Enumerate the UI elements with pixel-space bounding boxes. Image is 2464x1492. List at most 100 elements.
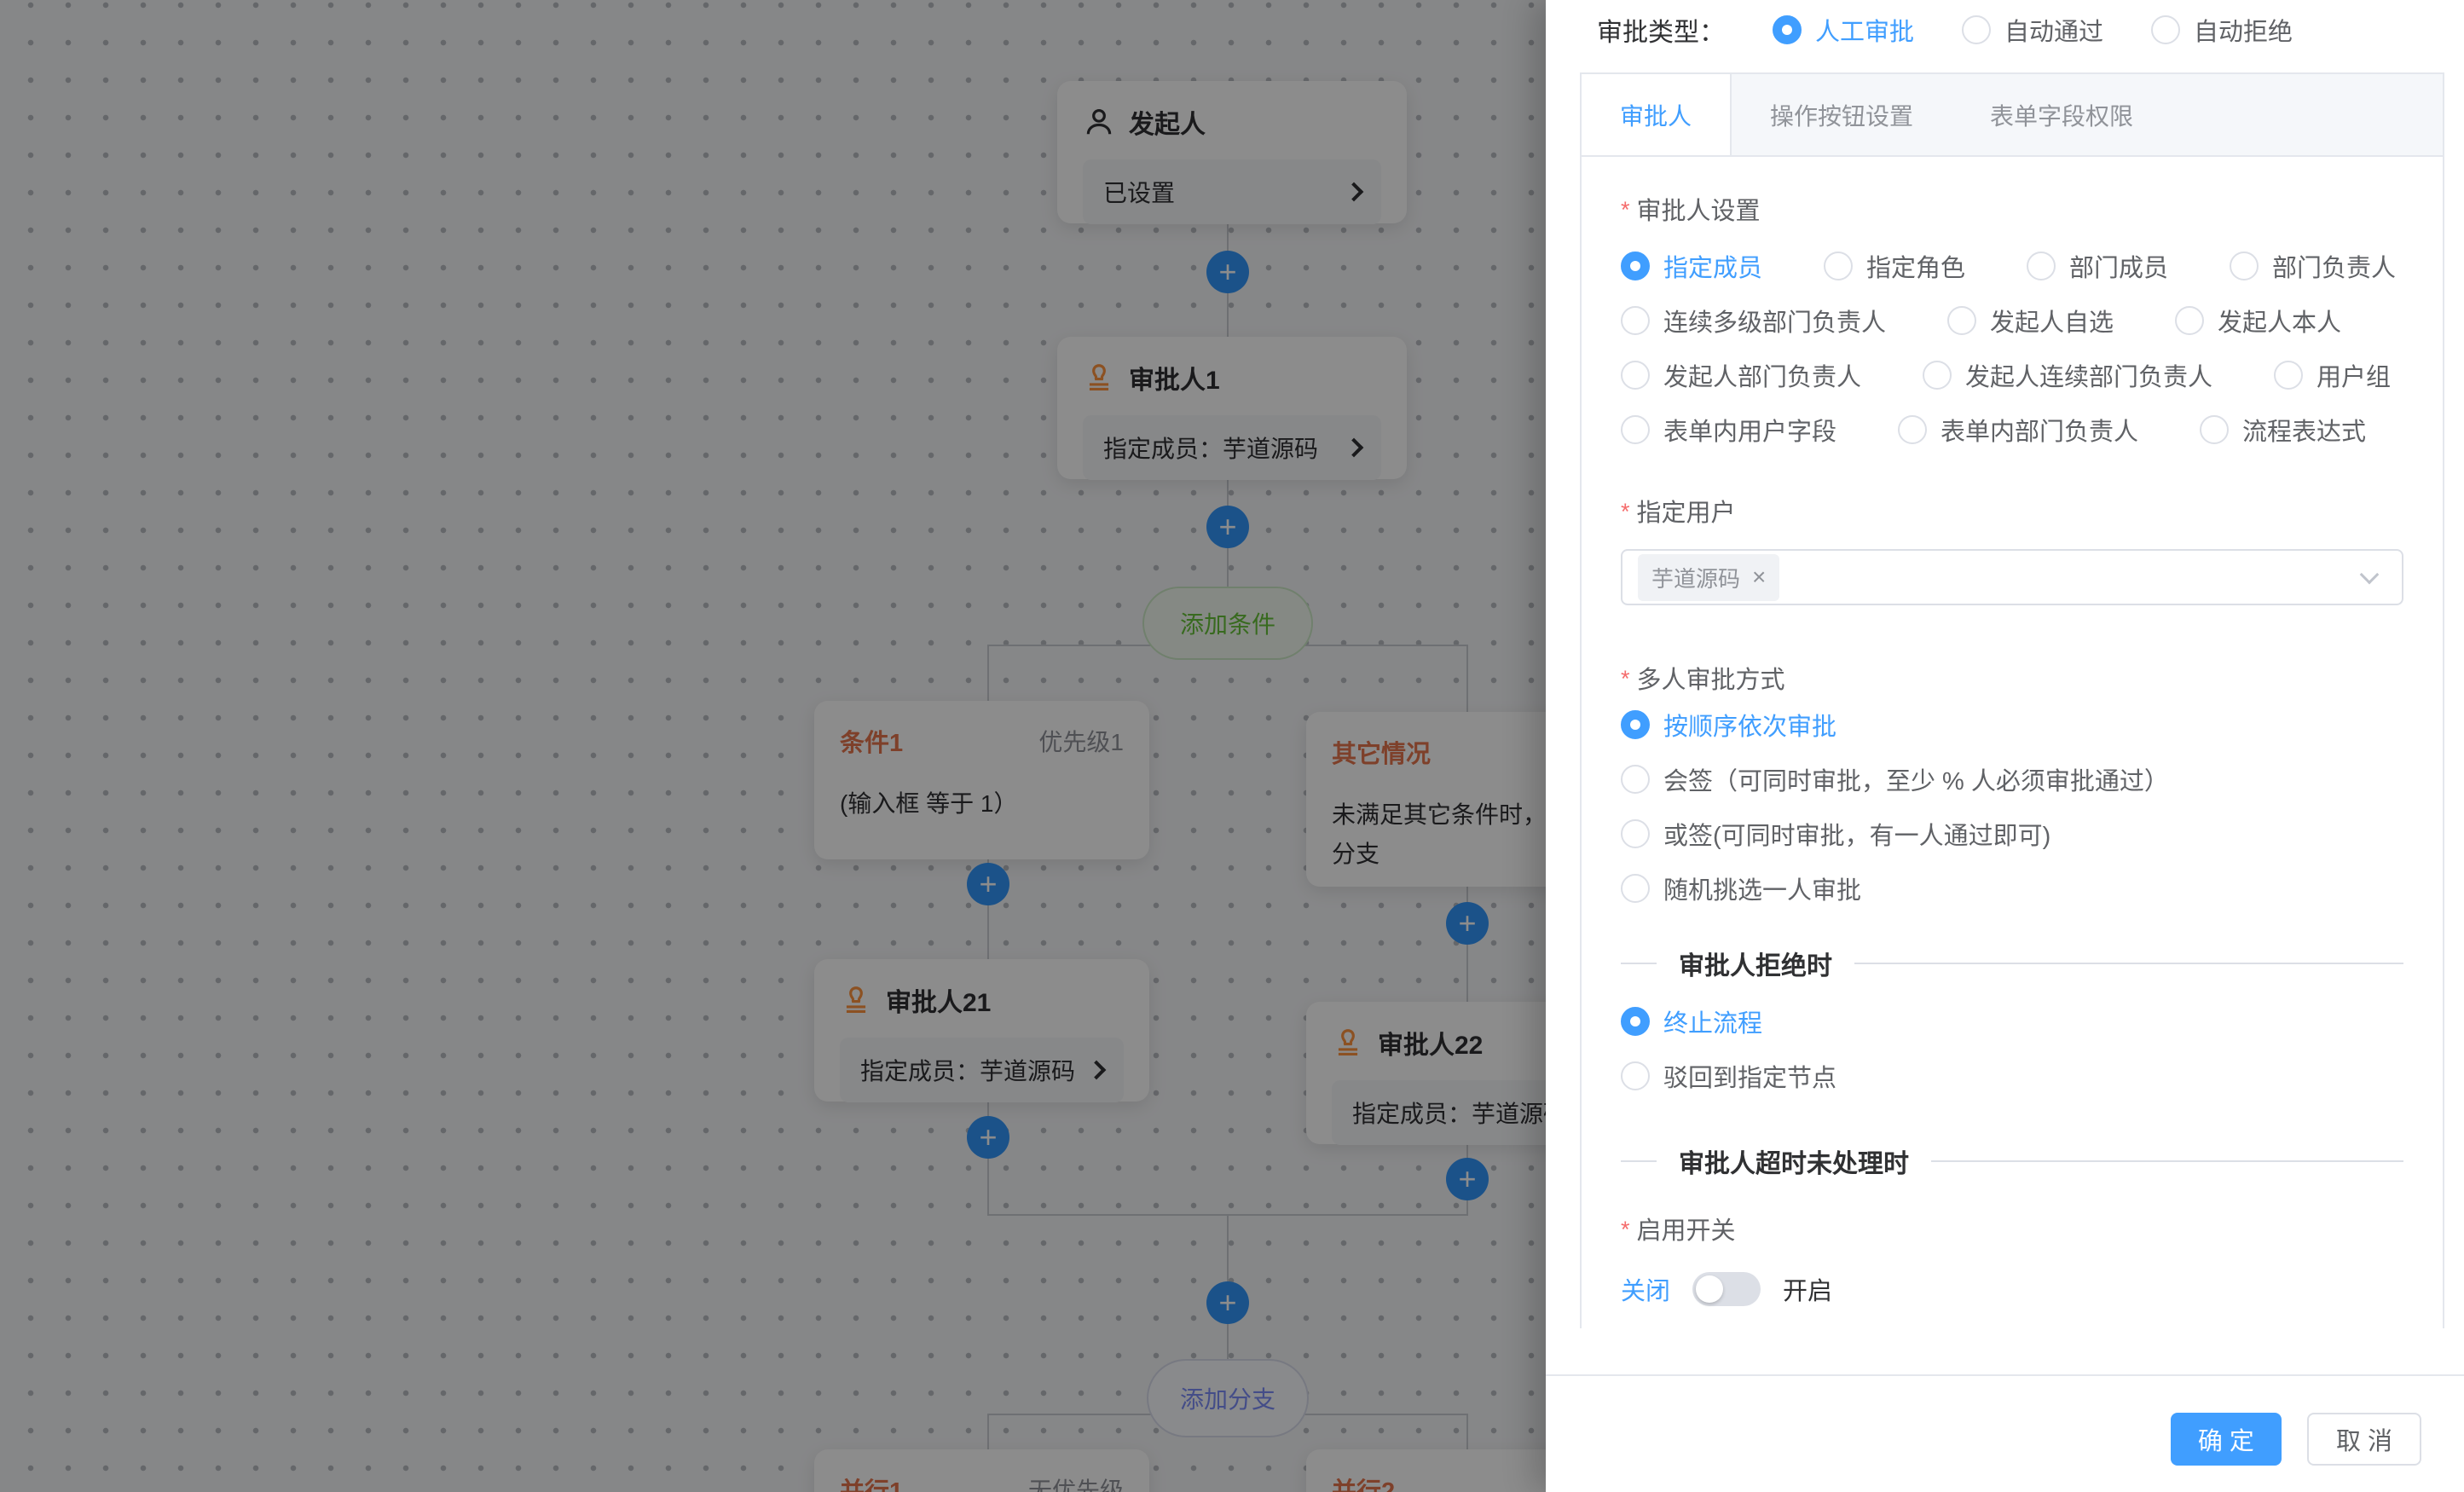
switch-off-label: 关闭 [1621,1271,1670,1307]
radio-icon [1947,306,1976,335]
required-mark: * [1621,1217,1630,1242]
radio-label: 终止流程 [1663,1003,1762,1039]
radio-label: 发起人自选 [1990,303,2114,338]
option-return-to-node[interactable]: 驳回到指定节点 [1621,1061,2403,1091]
radio-label: 部门负责人 [2272,248,2396,284]
approval-type-auto-pass[interactable]: 自动通过 [1962,12,2103,48]
approver-setting-label: 审批人设置 [1637,198,1761,225]
radio-icon [1621,306,1650,335]
radio-label: 部门成员 [2069,248,2168,284]
option-multi-level-dept-leader[interactable]: 连续多级部门负责人 [1621,303,1886,338]
panel-footer: 确 定 取 消 [1546,1374,2464,1492]
chevron-down-icon [2360,565,2380,585]
option-initiator-multi-dept-leader[interactable]: 发起人连续部门负责人 [1923,357,2212,393]
assign-user-label: 指定用户 [1637,500,1736,527]
enable-switch-label-row: *启用开关 [1621,1211,2403,1246]
timeout-section-divider: 审批人超时未处理时 [1621,1142,2403,1180]
tab-button-settings[interactable]: 操作按钮设置 [1732,74,1952,155]
multi-approve-options: 按顺序依次审批 会签（可同时审批，至少 % 人必须审批通过） 或签(可同时审批，… [1621,709,2403,904]
radio-icon [1923,361,1952,390]
option-form-user-field[interactable]: 表单内用户字段 [1621,412,1836,448]
radio-icon [1621,710,1650,739]
radio-icon [1621,874,1650,903]
required-mark: * [1621,197,1630,223]
radio-label: 表单内用户字段 [1663,412,1836,448]
radio-label: 自动拒绝 [2194,12,2293,48]
approval-type-manual[interactable]: 人工审批 [1773,12,1914,48]
remove-tag-icon[interactable]: × [1752,565,1766,589]
option-initiator-self[interactable]: 发起人本人 [2175,303,2341,338]
approver-setting-row4: 表单内用户字段 表单内部门负责人 流程表达式 [1621,414,2403,445]
approval-type-label: 审批类型： [1597,11,1725,49]
tab-body: * 审批人设置 指定成员 指定角色 部门成员 部门负责人 连续多级部门负责人 发起… [1582,191,2443,1328]
option-countersign[interactable]: 会签（可同时审批，至少 % 人必须审批通过） [1621,764,2403,795]
radio-icon [1773,15,1802,44]
option-user-group[interactable]: 用户组 [2274,357,2391,393]
settings-tab-card: 审批人 操作按钮设置 表单字段权限 * 审批人设置 指定成员 指定角色 部门成员 … [1580,72,2444,1328]
user-tag: 芋道源码 × [1638,554,1779,601]
switch-on-label: 开启 [1783,1271,1832,1307]
option-process-expression[interactable]: 流程表达式 [2200,412,2366,448]
cancel-button[interactable]: 取 消 [2307,1413,2421,1466]
radio-label: 连续多级部门负责人 [1663,303,1886,338]
user-tag-text: 芋道源码 [1651,562,1740,593]
option-dept-member[interactable]: 部门成员 [2027,248,2168,284]
radio-label: 流程表达式 [2242,412,2366,448]
reject-section-divider: 审批人拒绝时 [1621,945,2403,982]
enable-toggle[interactable] [1692,1272,1761,1306]
radio-label: 或签(可同时审批，有一人通过即可) [1663,816,2050,852]
option-dept-leader[interactable]: 部门负责人 [2230,248,2396,284]
tab-approver[interactable]: 审批人 [1582,74,1732,155]
option-initiator-choose[interactable]: 发起人自选 [1947,303,2114,338]
tab-bar: 审批人 操作按钮设置 表单字段权限 [1582,74,2443,157]
radio-icon [1621,1007,1650,1036]
radio-icon [2175,306,2204,335]
approval-flow-designer: 发起人 已设置 + 审批人1 指定成员：芋道源码 + 添 [0,0,2464,1492]
required-mark: * [1621,666,1630,691]
approval-type-row: 审批类型： 人工审批 自动通过 自动拒绝 [1597,9,2293,51]
approver-setting-row3: 发起人部门负责人 发起人连续部门负责人 用户组 [1621,360,2403,390]
enable-switch-row: 关闭 开启 [1621,1270,2403,1308]
multi-approve-label-row: * 多人审批方式 [1621,660,2403,696]
approver-setting-row2: 连续多级部门负责人 发起人自选 发起人本人 [1621,305,2403,336]
option-specified-member[interactable]: 指定成员 [1621,248,1762,284]
option-random-one[interactable]: 随机挑选一人审批 [1621,873,2403,904]
radio-icon [1621,819,1650,848]
approver-setting-row1: 指定成员 指定角色 部门成员 部门负责人 [1621,251,2403,281]
radio-label: 用户组 [2317,357,2391,393]
radio-icon [2151,15,2180,44]
option-form-dept-leader[interactable]: 表单内部门负责人 [1898,412,2138,448]
radio-label: 按顺序依次审批 [1663,707,1836,743]
radio-icon [2230,252,2259,280]
radio-label: 人工审批 [1815,12,1914,48]
option-or-sign[interactable]: 或签(可同时审批，有一人通过即可) [1621,818,2403,849]
option-sequential-approve[interactable]: 按顺序依次审批 [1621,709,2403,740]
multi-approve-label: 多人审批方式 [1637,667,1785,694]
radio-icon [1824,252,1853,280]
option-specified-role[interactable]: 指定角色 [1824,248,1965,284]
radio-label: 指定角色 [1866,248,1965,284]
required-mark: * [1621,499,1630,524]
radio-label: 发起人部门负责人 [1663,357,1861,393]
radio-icon [1621,361,1650,390]
assign-user-select[interactable]: 芋道源码 × [1621,549,2403,605]
radio-icon [2200,415,2229,444]
radio-label: 发起人本人 [2218,303,2341,338]
radio-icon [1962,15,1991,44]
timeout-section-title: 审批人超时未处理时 [1679,1142,1909,1180]
option-terminate-process[interactable]: 终止流程 [1621,1006,2403,1037]
radio-icon [1621,415,1650,444]
approver-setting-label-row: * 审批人设置 [1621,191,2403,227]
radio-label: 发起人连续部门负责人 [1965,357,2212,393]
approval-type-auto-reject[interactable]: 自动拒绝 [2151,12,2293,48]
radio-icon [2027,252,2056,280]
radio-label: 驳回到指定节点 [1663,1058,1836,1094]
approver-config-panel: 审批类型： 人工审批 自动通过 自动拒绝 审批人 操作按钮设置 表单字段权限 [1546,0,2464,1492]
radio-icon [2274,361,2303,390]
tab-form-field-permissions[interactable]: 表单字段权限 [1952,74,2172,155]
radio-icon [1621,1061,1650,1090]
confirm-button[interactable]: 确 定 [2171,1413,2282,1466]
reject-options: 终止流程 驳回到指定节点 [1621,1006,2403,1091]
radio-label: 表单内部门负责人 [1941,412,2138,448]
option-initiator-dept-leader[interactable]: 发起人部门负责人 [1621,357,1861,393]
